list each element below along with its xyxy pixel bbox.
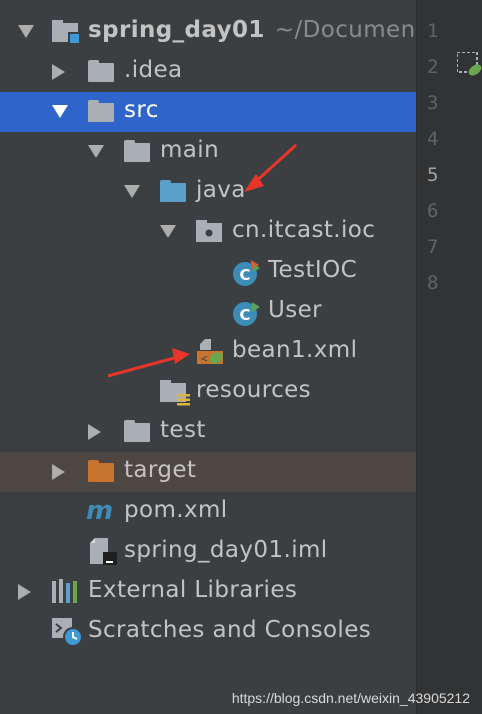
tree-row-idea[interactable]: .idea	[0, 52, 416, 92]
tree-label-external-libraries: External Libraries	[88, 577, 298, 603]
libraries-icon	[52, 579, 82, 609]
spring-xml-icon: <	[196, 338, 226, 370]
tree-label-user: User	[268, 297, 323, 323]
tree-label-testioc: TestIOC	[268, 257, 358, 283]
tree-row-resources[interactable]: resources	[0, 372, 416, 412]
expand-arrow-icon[interactable]	[18, 584, 31, 600]
tree-row-pom[interactable]: m pom.xml	[0, 492, 416, 532]
maven-icon: m	[86, 496, 120, 529]
collapse-arrow-icon[interactable]	[88, 145, 104, 158]
project-name: spring_day01 ~/Documents	[88, 17, 437, 43]
line-number: 6	[427, 200, 439, 222]
tree-label-package: cn.itcast.ioc	[232, 217, 376, 243]
scratches-icon	[52, 618, 84, 652]
spring-bean-gutter-icon[interactable]	[456, 51, 482, 82]
tree-row-package[interactable]: cn.itcast.ioc	[0, 212, 416, 252]
expand-arrow-icon[interactable]	[88, 424, 101, 440]
tree-label-iml: spring_day01.iml	[124, 537, 328, 563]
svg-text:C: C	[239, 306, 250, 324]
svg-text:m: m	[86, 497, 113, 525]
tree-label-main: main	[160, 137, 220, 163]
editor-gutter: 1 2 3 4 5 6 7 8	[416, 0, 482, 714]
collapse-arrow-icon[interactable]	[18, 25, 34, 38]
class-icon: C	[232, 299, 262, 331]
tree-label-target: target	[124, 457, 197, 483]
folder-icon	[88, 100, 114, 122]
tree-label-test: test	[160, 417, 206, 443]
tree-row-test[interactable]: test	[0, 412, 416, 452]
svg-text:<: <	[201, 352, 208, 365]
watermark: https://blog.csdn.net/weixin_43905212	[231, 690, 470, 706]
line-number: 7	[427, 236, 439, 258]
expand-arrow-icon[interactable]	[52, 64, 65, 80]
project-path: ~/Documents	[274, 17, 438, 43]
runnable-class-icon: C	[232, 259, 262, 291]
tree-row-scratches[interactable]: Scratches and Consoles	[0, 612, 416, 652]
source-folder-icon	[160, 180, 186, 202]
folder-icon	[124, 140, 150, 162]
line-number: 3	[427, 92, 439, 114]
tree-label-idea: .idea	[124, 57, 183, 83]
svg-text:C: C	[239, 266, 250, 284]
package-icon	[196, 220, 222, 248]
tree-label-src: src	[124, 97, 159, 123]
tree-label-scratches: Scratches and Consoles	[88, 617, 372, 643]
tree-row-target[interactable]: target	[0, 452, 416, 492]
line-number: 1	[427, 20, 439, 42]
tree-label-resources: resources	[196, 377, 312, 403]
folder-icon	[124, 420, 150, 442]
tree-row-project[interactable]: spring_day01 ~/Documents	[0, 12, 437, 52]
expand-arrow-icon[interactable]	[52, 464, 65, 480]
line-number: 2	[427, 56, 439, 78]
iml-file-icon	[90, 538, 120, 570]
collapse-arrow-icon[interactable]	[52, 105, 68, 118]
tree-row-user[interactable]: C User	[0, 292, 416, 332]
tree-row-testioc[interactable]: C TestIOC	[0, 252, 416, 292]
collapse-arrow-icon[interactable]	[124, 185, 140, 198]
tree-label-bean-xml: bean1.xml	[232, 337, 358, 363]
folder-icon	[88, 60, 114, 82]
line-number-current: 5	[427, 164, 439, 186]
module-folder-icon	[52, 20, 82, 50]
tree-row-java[interactable]: java	[0, 172, 416, 212]
excluded-folder-icon	[88, 460, 114, 482]
resources-folder-icon	[160, 380, 192, 412]
tree-row-external-libraries[interactable]: External Libraries	[0, 572, 416, 612]
collapse-arrow-icon[interactable]	[160, 225, 176, 238]
line-number: 8	[427, 272, 439, 294]
tree-row-main[interactable]: main	[0, 132, 416, 172]
tree-row-src[interactable]: src	[0, 92, 416, 132]
line-number: 4	[427, 128, 439, 150]
tree-label-java: java	[196, 177, 246, 203]
project-title: spring_day01	[88, 17, 265, 43]
tree-label-pom: pom.xml	[124, 497, 228, 523]
tree-row-iml[interactable]: spring_day01.iml	[0, 532, 416, 572]
tree-row-bean-xml[interactable]: < bean1.xml	[0, 332, 416, 372]
